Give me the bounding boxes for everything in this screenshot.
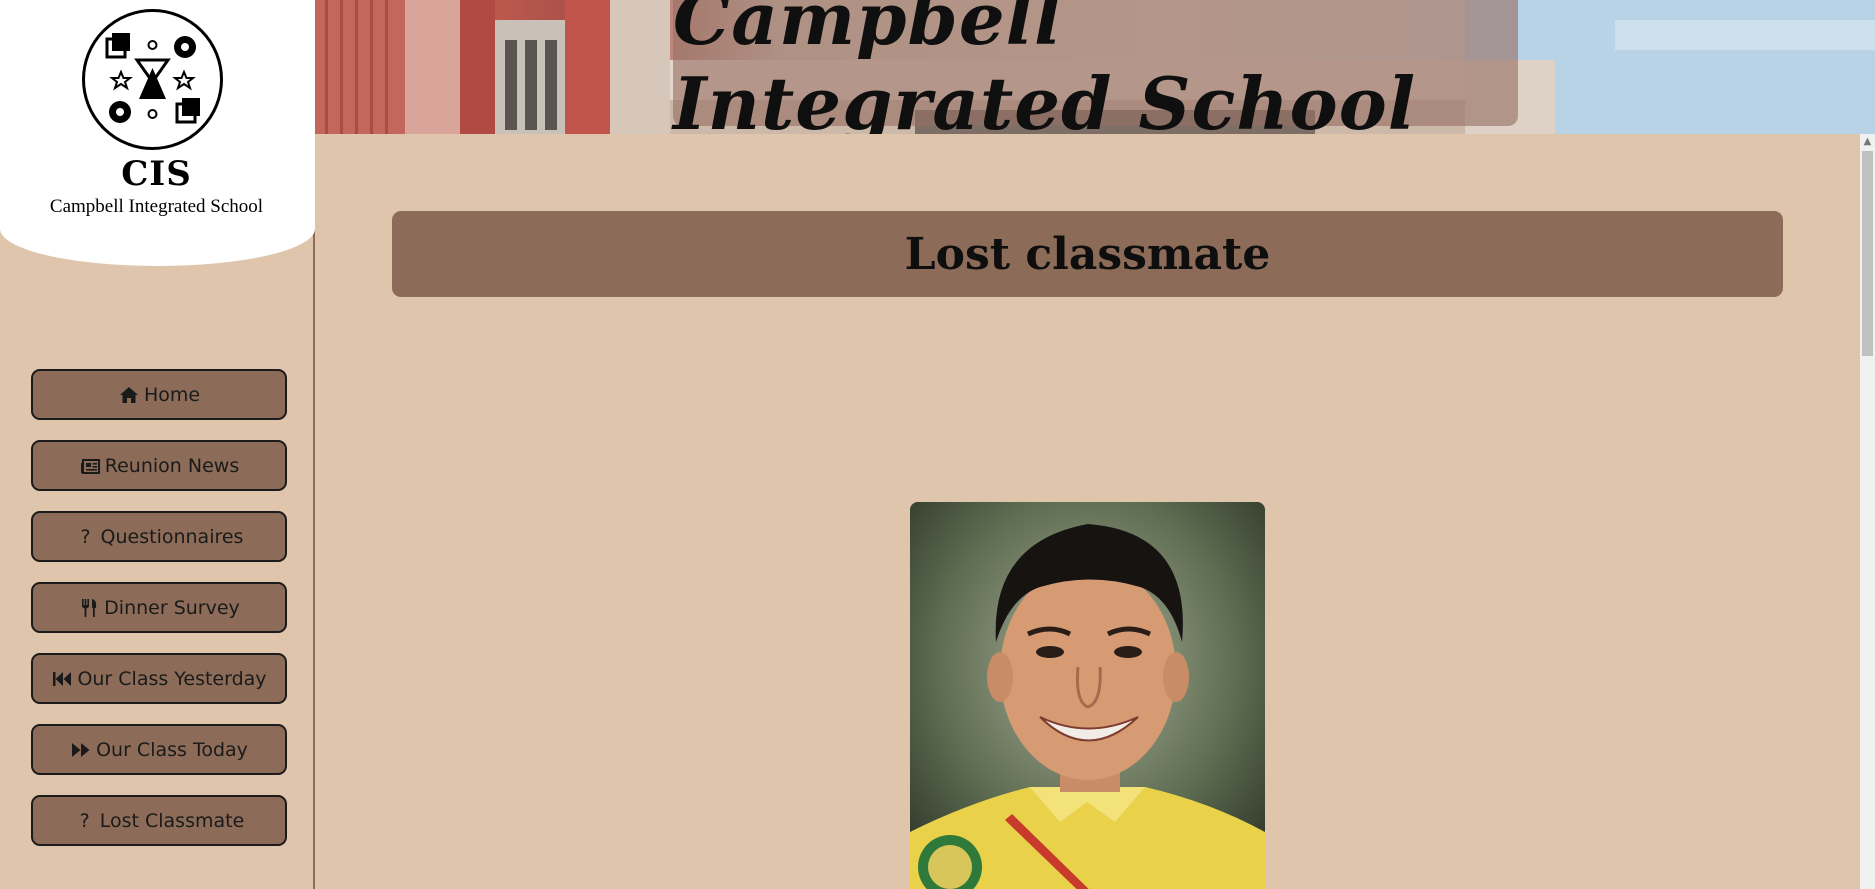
logo-card: CIS Campbell Integrated School — [0, 0, 315, 266]
nav-item-home[interactable]: Home — [31, 369, 287, 420]
utensils-icon — [78, 597, 100, 619]
nav-item-our-class-today[interactable]: Our Class Today — [31, 724, 287, 775]
nav-item-label: Questionnaires — [100, 525, 244, 548]
nav-item-label: Home — [143, 383, 201, 406]
question-icon: ? — [79, 809, 90, 832]
scroll-up-arrow-icon[interactable]: ▲ — [1860, 134, 1875, 149]
sidebar: CIS Campbell Integrated School Home Reun… — [0, 0, 315, 889]
nav-item-dinner-survey[interactable]: Dinner Survey — [31, 582, 287, 633]
nav-item-our-class-yesterday[interactable]: Our Class Yesterday — [31, 653, 287, 704]
nav-item-label: Reunion News — [104, 454, 240, 477]
scrollbar-thumb[interactable] — [1862, 151, 1873, 356]
backward-icon — [51, 668, 73, 690]
nav-item-label: Dinner Survey — [104, 596, 240, 619]
nav-item-label: Our Class Yesterday — [77, 667, 267, 690]
banner-title: Campbell Integrated School — [673, 0, 1417, 134]
section-title: Lost classmate — [392, 211, 1783, 297]
sidebar-nav: Home Reunion News ? Questionnaires Dinne… — [31, 369, 287, 866]
newspaper-icon — [79, 455, 101, 477]
vertical-scrollbar[interactable]: ▲ — [1860, 134, 1875, 889]
nav-item-lost-classmate[interactable]: ? Lost Classmate — [31, 795, 287, 846]
home-icon — [118, 384, 140, 406]
logo-abbreviation: CIS — [121, 154, 192, 194]
nav-item-label: Lost Classmate — [99, 809, 245, 832]
school-logo-icon — [82, 9, 223, 150]
main-content: Lost classmate — [315, 134, 1860, 889]
page: CIS Campbell Integrated School Home Reun… — [0, 0, 1875, 889]
forward-icon — [70, 739, 92, 761]
question-icon: ? — [80, 525, 91, 548]
nav-item-reunion-news[interactable]: Reunion News — [31, 440, 287, 491]
header-banner: Campbell Integrated School — [315, 0, 1875, 134]
classmate-portrait-image — [910, 502, 1265, 889]
nav-item-label: Our Class Today — [96, 738, 248, 761]
logo-school-name: Campbell Integrated School — [49, 196, 264, 217]
nav-item-questionnaires[interactable]: ? Questionnaires — [31, 511, 287, 562]
classmate-photo — [910, 502, 1265, 889]
